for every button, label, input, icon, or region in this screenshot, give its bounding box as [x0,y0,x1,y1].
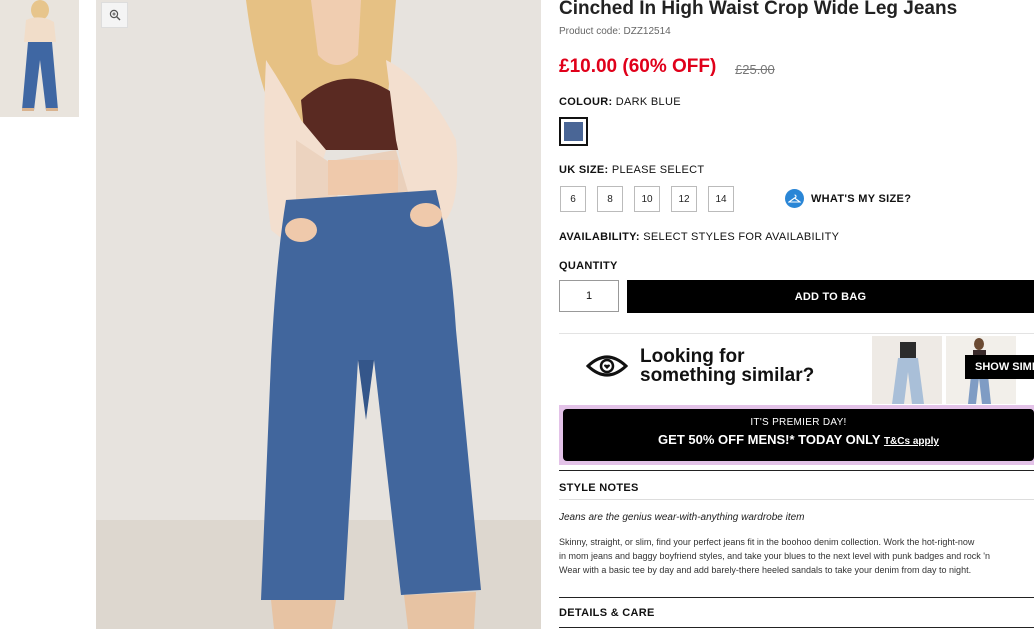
quantity-input[interactable]: 1 [559,280,619,312]
size-label-key: UK SIZE: [559,164,609,176]
style-notes-line-2: in mom jeans and baggy boyfriend styles,… [559,551,990,561]
divider [559,499,1034,500]
swatch-fill [564,122,583,141]
colour-swatch-dark-blue[interactable] [559,117,588,146]
premier-day-banner[interactable]: IT'S PREMIER DAY! GET 50% OFF MENS!* TOD… [559,405,1034,465]
promo-line-2: GET 50% OFF MENS!* TODAY ONLY T&Cs apply [563,432,1034,447]
product-main-image[interactable] [96,0,541,629]
eye-icon [586,355,628,377]
style-notes-tagline: Jeans are the genius wear-with-anything … [559,512,805,523]
availability-value: SELECT STYLES FOR AVAILABILITY [643,231,840,243]
original-price: £25.00 [735,62,775,77]
colour-label: COLOUR: DARK BLUE [559,96,681,108]
similar-products-text: Looking for something similar? [640,347,814,385]
size-option-8[interactable]: 8 [597,186,623,212]
size-label: UK SIZE: PLEASE SELECT [559,164,704,176]
size-guide-label: WHAT'S MY SIZE? [811,192,912,205]
quantity-label: QUANTITY [559,260,618,272]
divider [559,627,1034,628]
promo-tcs-link[interactable]: T&Cs apply [884,436,939,447]
similar-line-2: something similar? [640,365,815,386]
style-notes-line-1: Skinny, straight, or slim, find your per… [559,537,975,547]
divider [559,597,1034,598]
show-similar-button[interactable]: SHOW SIMILAR [965,355,1034,379]
size-option-10[interactable]: 10 [634,186,660,212]
premier-day-inner: IT'S PREMIER DAY! GET 50% OFF MENS!* TOD… [563,409,1034,461]
style-notes-heading[interactable]: STYLE NOTES [559,482,639,494]
colour-label-key: COLOUR: [559,96,613,108]
availability-label-key: AVAILABILITY: [559,231,640,243]
size-option-12[interactable]: 12 [671,186,697,212]
hanger-icon [785,189,804,208]
colour-value: DARK BLUE [615,96,681,108]
details-care-heading[interactable]: DETAILS & CARE [559,607,655,619]
style-notes-line-3: Wear with a basic tee by day and add bar… [559,565,972,575]
size-options: 6 8 10 12 14 [560,186,745,212]
product-thumbnail[interactable] [0,0,79,117]
size-option-6[interactable]: 6 [560,186,586,212]
zoom-icon [109,9,120,21]
divider [559,470,1034,471]
zoom-button[interactable] [101,2,128,28]
quantity-label-text: QUANTITY [559,260,618,272]
similar-products-banner[interactable]: Looking for something similar? SHOW SIMI… [559,333,1034,404]
sale-price: £10.00 (60% OFF) [559,56,717,77]
add-to-bag-button[interactable]: ADD TO BAG [627,280,1034,313]
availability-label: AVAILABILITY: SELECT STYLES FOR AVAILABI… [559,231,839,243]
product-title: Cinched In High Waist Crop Wide Leg Jean… [559,0,958,19]
style-notes-body: Skinny, straight, or slim, find your per… [559,535,1034,577]
size-guide-link[interactable]: WHAT'S MY SIZE? [785,189,911,208]
promo-line-1: IT'S PREMIER DAY! [750,417,847,428]
size-option-14[interactable]: 14 [708,186,734,212]
size-value: PLEASE SELECT [611,164,705,176]
similar-line-1: Looking for [640,346,745,367]
similar-product-image-1 [872,336,942,404]
product-code: Product code: DZZ12514 [559,26,671,37]
promo-offer-text: GET 50% OFF MENS!* TODAY ONLY [658,432,881,447]
